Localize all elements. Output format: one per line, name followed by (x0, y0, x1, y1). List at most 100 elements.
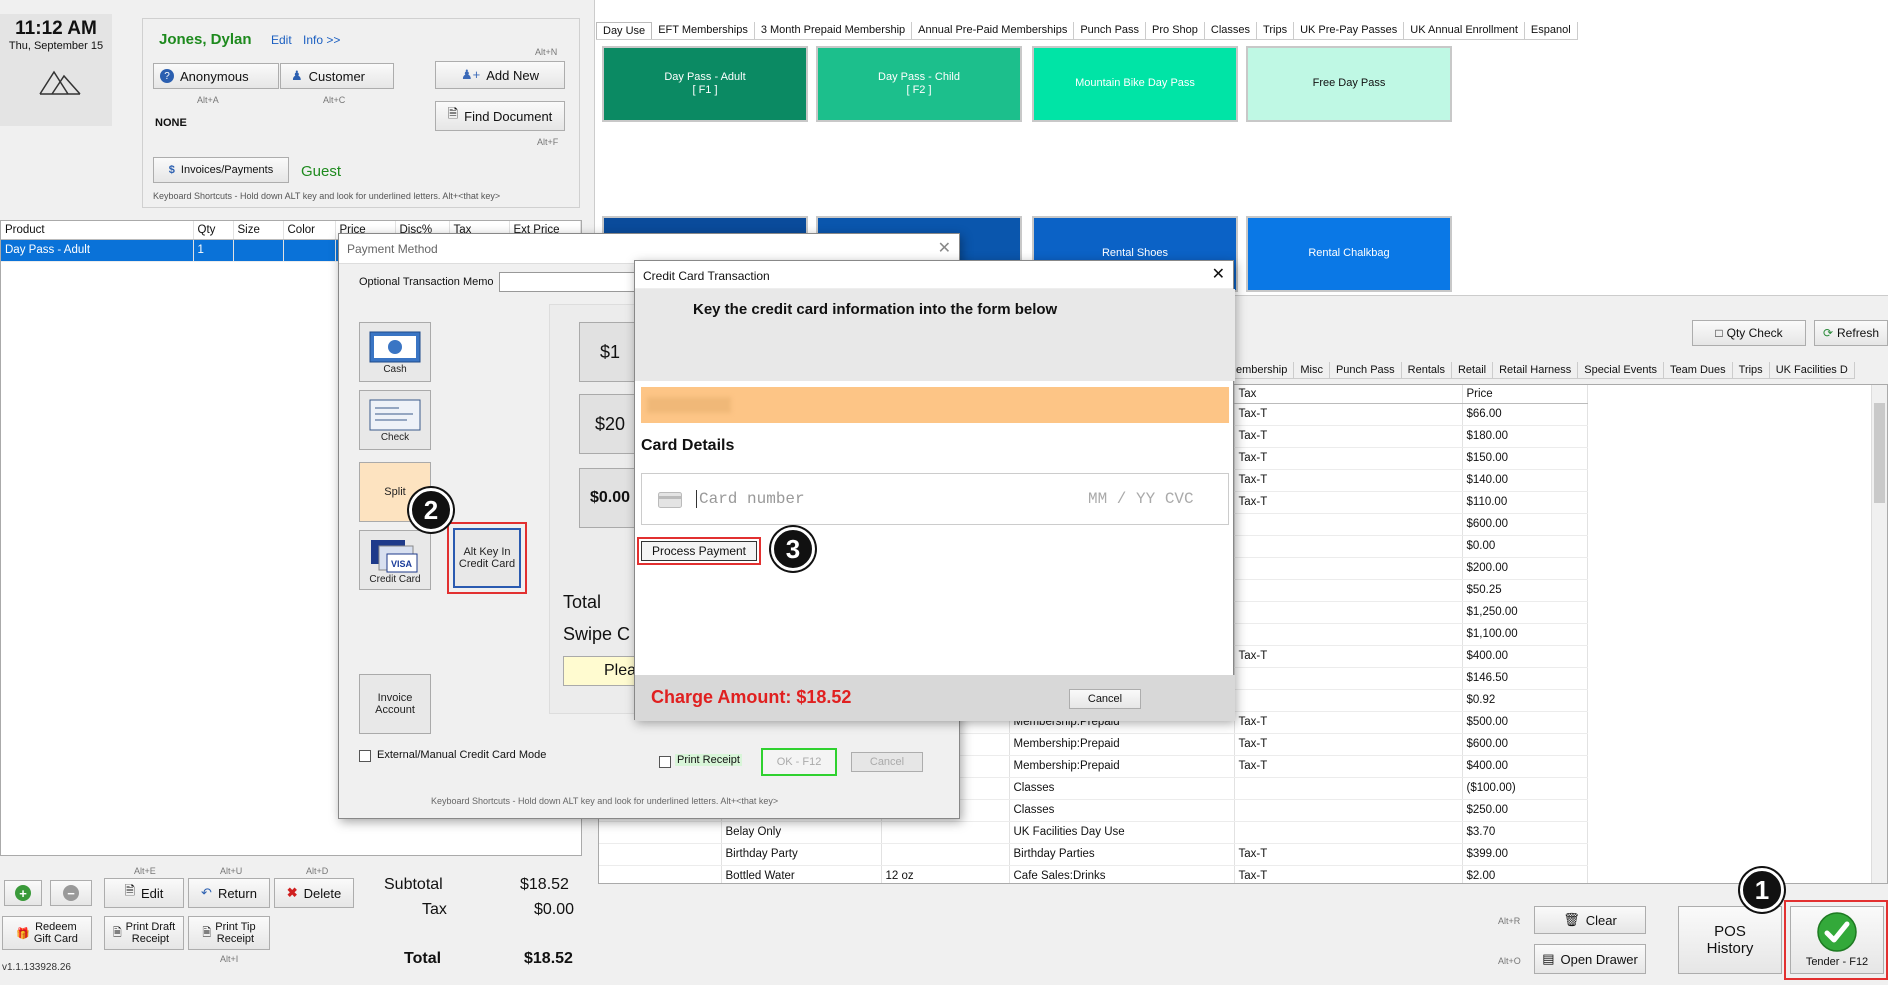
payment-cancel-button[interactable]: Cancel (851, 752, 923, 772)
redeem-gift-card-button[interactable]: 🎁 Redeem Gift Card (2, 916, 92, 950)
inventory-cell: $110.00 (1462, 491, 1588, 514)
customer-type-button[interactable]: ♟ Customer (280, 63, 394, 89)
cart-column-header[interactable]: Color (283, 221, 336, 240)
qty-check-button[interactable]: □ Qty Check (1692, 320, 1806, 346)
cart-column-header[interactable]: Qty (193, 221, 234, 240)
open-drawer-button[interactable]: ▤ Open Drawer (1534, 944, 1646, 974)
customer-info-link[interactable]: Info >> (303, 33, 340, 47)
inventory-cell: $400.00 (1462, 645, 1588, 668)
subtotal-label: Subtotal (384, 876, 443, 893)
close-icon[interactable]: ✕ (1212, 264, 1225, 284)
invoices-payments-button[interactable]: $ Invoices/Payments (153, 157, 289, 183)
open-drawer-label: Open Drawer (1560, 951, 1638, 967)
cash-button[interactable]: Cash (359, 322, 431, 382)
amount-exact-button[interactable]: $0.00 (579, 468, 641, 528)
inventory-scrollbar[interactable] (1871, 385, 1887, 883)
inventory-tab[interactable]: Rentals (1402, 362, 1452, 378)
print-tip-receipt-button[interactable]: 🗎 Print Tip Receipt (188, 916, 270, 950)
cc-instruction-panel: Key the credit card information into the… (635, 289, 1235, 381)
cc-cancel-label: Cancel (1087, 693, 1123, 705)
card-input-field[interactable]: Card number MM / YY CVC (641, 473, 1229, 525)
category-tab[interactable]: Pro Shop (1146, 22, 1205, 39)
inventory-tab[interactable]: Team Dues (1664, 362, 1733, 378)
invoice-account-button[interactable]: Invoice Account (359, 674, 431, 734)
cc-footer: Charge Amount: $18.52 Cancel (635, 675, 1235, 721)
inventory-tab[interactable]: Trips (1733, 362, 1770, 378)
cart-cell (283, 239, 336, 262)
inventory-tab[interactable]: Retail Harness (1493, 362, 1579, 378)
category-tab[interactable]: EFT Memberships (652, 22, 755, 39)
drawer-icon: ▤ (1542, 951, 1555, 966)
customer-status: NONE (155, 117, 187, 129)
clear-button[interactable]: 🗑 Clear (1534, 906, 1646, 934)
category-tab[interactable]: UK Annual Enrollment (1404, 22, 1525, 39)
close-icon[interactable]: ✕ (938, 238, 951, 258)
edit-button[interactable]: 🗎 Edit (104, 878, 184, 908)
inventory-cell: ($100.00) (1462, 777, 1588, 800)
check-button[interactable]: Check (359, 390, 431, 450)
inventory-column-header[interactable]: Tax (1234, 385, 1463, 404)
category-tab[interactable]: Annual Pre-Paid Memberships (912, 22, 1075, 39)
product-tile[interactable]: Rental Chalkbag (1246, 216, 1452, 292)
credit-card-button[interactable]: VISA Credit Card (359, 530, 431, 590)
charge-amount: Charge Amount: $18.52 (651, 687, 852, 707)
category-tab[interactable]: 3 Month Prepaid Membership (755, 22, 913, 39)
anonymous-button[interactable]: ? Anonymous (153, 63, 279, 89)
cart-cell: Day Pass - Adult (1, 239, 194, 262)
inventory-tab[interactable]: UK Facilities D (1770, 362, 1855, 378)
return-button[interactable]: ↶ Return (188, 878, 270, 908)
amount-20-button[interactable]: $20 (579, 394, 641, 454)
inventory-tab[interactable]: Punch Pass (1330, 362, 1402, 378)
inventory-cell (1234, 579, 1463, 602)
cart-column-header[interactable]: Size (233, 221, 284, 240)
pos-history-label: POS History (1706, 923, 1754, 957)
inventory-row[interactable]: Bottled Water 12 oz Cafe Sales:Drinks Tax-T… (599, 865, 1871, 883)
category-tab[interactable]: UK Pre-Pay Passes (1294, 22, 1405, 39)
check-label: Check (380, 431, 410, 443)
category-tab[interactable]: Trips (1257, 22, 1295, 39)
add-new-button[interactable]: ♟+ Add New (435, 61, 565, 89)
inventory-row[interactable]: Birthday Party Birthday Parties Tax-T $399.… (599, 843, 1871, 866)
inventory-row[interactable]: Belay Only UK Facilities Day Use $3.70 (599, 821, 1871, 844)
inventory-cell: $399.00 (1462, 843, 1588, 866)
inventory-cell: $1,100.00 (1462, 623, 1588, 646)
product-tile-label: Mountain Bike Day Pass (1075, 77, 1195, 90)
inventory-tab[interactable]: embership (1230, 362, 1295, 378)
refresh-button[interactable]: ⟳ Refresh (1814, 320, 1888, 346)
product-tile[interactable]: Day Pass - Child[ F2 ] (816, 46, 1022, 122)
print-draft-receipt-button[interactable]: 🗎 Print Draft Receipt (104, 916, 184, 950)
remove-qty-button[interactable]: − (50, 880, 92, 906)
product-tile[interactable]: Day Pass - Adult[ F1 ] (602, 46, 808, 122)
delete-button[interactable]: ✖ Delete (274, 878, 354, 908)
cart-column-header[interactable]: Product (1, 221, 194, 240)
inventory-tab[interactable]: Retail (1452, 362, 1494, 378)
customer-edit-link[interactable]: Edit (271, 33, 292, 47)
external-mode-checkbox[interactable] (359, 750, 371, 762)
customer-name[interactable]: Jones, Dylan (159, 31, 252, 48)
product-tile[interactable]: Free Day Pass (1246, 46, 1452, 122)
category-tab[interactable]: Day Use (596, 22, 653, 39)
plus-icon: + (15, 885, 31, 901)
category-tab[interactable]: Classes (1205, 22, 1258, 39)
ok-button[interactable]: OK - F12 (761, 748, 837, 776)
pos-history-button[interactable]: POS History (1678, 906, 1782, 974)
card-details-heading: Card Details (641, 437, 735, 454)
expiry-cvc-placeholder[interactable]: MM / YY CVC (1088, 490, 1194, 508)
cc-status-bar (641, 387, 1229, 423)
redacted-text (647, 397, 731, 413)
category-tab[interactable]: Punch Pass (1074, 22, 1147, 39)
inventory-tab[interactable]: Misc (1294, 362, 1330, 378)
print-receipt-checkbox[interactable] (659, 756, 671, 768)
amount-1-button[interactable]: $1 (579, 322, 641, 382)
inventory-tab[interactable]: Special Events (1578, 362, 1664, 378)
find-document-button[interactable]: 🗎 Find Document (435, 101, 565, 131)
edit-label: Edit (141, 885, 164, 901)
card-number-placeholder[interactable]: Card number (696, 490, 805, 508)
inventory-cell: $146.50 (1462, 667, 1588, 690)
add-qty-button[interactable]: + (4, 880, 42, 906)
inventory-cell: Belay Only (721, 821, 882, 844)
category-tab[interactable]: Espanol (1525, 22, 1578, 39)
cc-cancel-button[interactable]: Cancel (1069, 689, 1141, 709)
inventory-column-header[interactable]: Price (1462, 385, 1588, 404)
product-tile[interactable]: Mountain Bike Day Pass (1032, 46, 1238, 122)
